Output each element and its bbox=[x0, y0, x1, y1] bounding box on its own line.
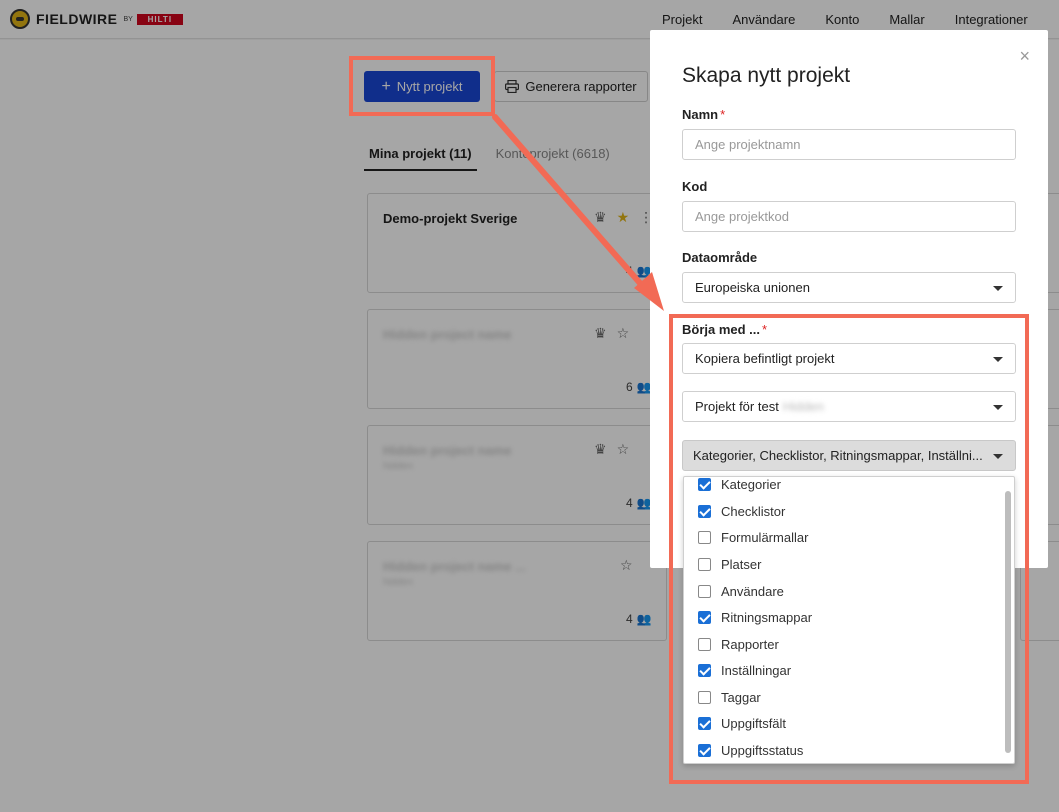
annotation-arrow bbox=[492, 114, 664, 311]
